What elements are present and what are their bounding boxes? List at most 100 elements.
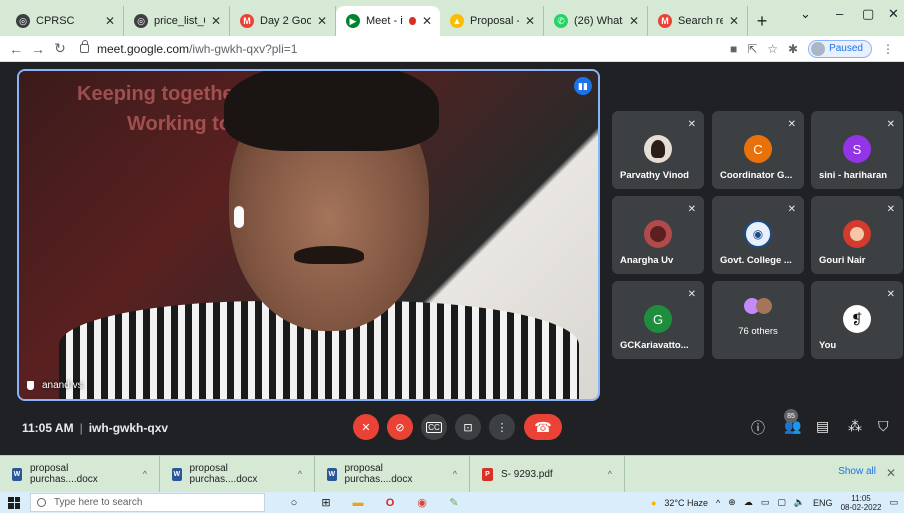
participant-tile[interactable]: ✕ C Coordinator G...	[712, 111, 804, 189]
meeting-details-button[interactable]: ⓘ	[751, 418, 765, 438]
file-explorer-icon[interactable]: ▬	[347, 497, 369, 509]
cortana-icon[interactable]: ○	[283, 497, 305, 509]
tab-3[interactable]: M Day 2 Google M ✕	[230, 6, 336, 36]
show-all-link[interactable]: Show all	[838, 466, 876, 477]
chat-button[interactable]: ▤	[816, 418, 829, 435]
chevron-up-icon[interactable]: ^	[143, 469, 147, 479]
search-icon	[37, 498, 46, 507]
tab-4[interactable]: ▶ Meet - iwh- ✕	[336, 6, 440, 36]
tab-1[interactable]: ◎ CPRSC ✕	[6, 6, 124, 36]
back-arrow-icon[interactable]: ←	[6, 41, 26, 57]
reload-icon[interactable]: ↻	[50, 40, 70, 57]
search-placeholder: Type here to search	[54, 497, 143, 508]
close-window-button[interactable]: ✕	[888, 6, 899, 22]
chevron-up-icon[interactable]: ^	[716, 498, 720, 508]
paint-icon[interactable]: ✎	[443, 496, 465, 509]
tab-search-icon[interactable]: ⌄	[800, 6, 811, 22]
participant-tile[interactable]: ✕ ◉ Govt. College ...	[712, 196, 804, 274]
close-icon[interactable]: ✕	[422, 14, 432, 28]
others-count: 76 others	[738, 326, 778, 337]
camera-in-use-icon[interactable]: ■	[730, 42, 737, 56]
tab-2[interactable]: ◎ price_list_071220 ✕	[124, 6, 230, 36]
share-icon[interactable]: ⇱	[747, 42, 757, 56]
present-screen-icon: ⊡	[463, 421, 473, 434]
others-tile[interactable]: 76 others	[712, 281, 804, 359]
mic-off-icon: ✕	[886, 204, 895, 215]
url-input[interactable]: meet.google.com/iwh-gwkh-qxv?pli=1	[80, 39, 730, 59]
notifications-icon[interactable]: ▭	[889, 497, 898, 508]
group-avatars-icon	[741, 297, 775, 315]
chevron-up-icon[interactable]: ^	[608, 469, 612, 479]
menu-kebab-icon[interactable]: ⋮	[882, 42, 894, 56]
main-video-tile[interactable]: Keeping together Working tog ▮▮ anand vs	[17, 69, 600, 401]
leave-call-button[interactable]: ☎	[524, 414, 562, 440]
new-tab-button[interactable]: +	[748, 6, 776, 36]
participant-tile[interactable]: ✕ G GCKariavatto...	[612, 281, 704, 359]
chevron-up-icon[interactable]: ^	[453, 469, 457, 479]
host-controls-button[interactable]: ⛉	[878, 418, 889, 435]
minimize-button[interactable]: –	[836, 6, 843, 21]
tab-7[interactable]: M Search results - ✕	[648, 6, 748, 36]
bookmark-star-icon[interactable]: ☆	[767, 42, 778, 56]
camera-toggle-button[interactable]: ⊘	[387, 414, 413, 440]
windows-start-icon[interactable]	[8, 496, 20, 509]
download-shelf: W proposal purchas....docx ^ W proposal …	[0, 455, 904, 493]
download-item[interactable]: W proposal purchas....docx ^	[0, 455, 160, 493]
url-host: meet.google.com	[97, 41, 190, 56]
tab-title: Proposal - Goog	[470, 15, 519, 27]
self-tile[interactable]: ✕ ❡ You	[811, 281, 903, 359]
participant-avatar: G	[644, 305, 672, 333]
tab-6[interactable]: ✆ (26) WhatsApp ✕	[544, 6, 648, 36]
monitor-icon[interactable]: ▢	[777, 497, 786, 508]
camera-off-icon: ⊘	[395, 421, 405, 434]
extensions-icon[interactable]: ✱	[788, 42, 798, 56]
mic-off-icon: ✕	[787, 119, 796, 130]
tab-5[interactable]: ▲ Proposal - Goog ✕	[440, 6, 544, 36]
participant-tile[interactable]: ✕ Parvathy Vinod	[612, 111, 704, 189]
participant-photo	[843, 220, 871, 248]
people-count-badge: 85	[784, 409, 798, 423]
taskbar-clock[interactable]: 11:05 08-02-2022	[841, 494, 882, 512]
taskbar-search-input[interactable]: Type here to search	[30, 493, 265, 512]
close-icon[interactable]: ✕	[317, 14, 327, 28]
more-options-button[interactable]: ⋮	[489, 414, 515, 440]
task-view-icon[interactable]: ⊞	[315, 496, 337, 509]
weather-icon: ●	[650, 497, 657, 508]
activities-button[interactable]: ⁂	[848, 418, 862, 435]
volume-icon[interactable]: 🔈	[794, 497, 805, 508]
chrome-icon[interactable]: ◉	[411, 496, 433, 509]
close-shelf-icon[interactable]: ✕	[886, 466, 896, 480]
participant-name: sini - hariharan	[819, 170, 888, 181]
present-now-button[interactable]: ⊡	[455, 414, 481, 440]
profile-button[interactable]: Paused	[808, 39, 872, 58]
avatar	[811, 41, 826, 56]
close-icon[interactable]: ✕	[629, 14, 639, 28]
captions-button[interactable]: CC	[421, 414, 447, 440]
weather-text[interactable]: 32°C Haze	[664, 498, 708, 508]
opera-icon[interactable]: O	[379, 497, 401, 509]
language-indicator[interactable]: ENG	[813, 498, 833, 508]
network-icon[interactable]: ⊕	[728, 497, 736, 508]
download-item[interactable]: W proposal purchas....docx ^	[160, 455, 315, 493]
mic-off-icon: ✕	[687, 289, 696, 300]
cloud-icon[interactable]: ☁	[744, 497, 753, 508]
chevron-up-icon[interactable]: ^	[298, 469, 302, 479]
participant-tile[interactable]: ✕ Gouri Nair	[811, 196, 903, 274]
people-button[interactable]: 85 👥	[784, 409, 801, 435]
battery-icon[interactable]: ▭	[761, 497, 770, 508]
participant-tile[interactable]: ✕ Anargha Uv	[612, 196, 704, 274]
participant-avatar: S	[843, 135, 871, 163]
participant-tile[interactable]: ✕ S sini - hariharan	[811, 111, 903, 189]
url-path: /iwh-gwkh-qxv?pli=1	[189, 41, 298, 56]
forward-arrow-icon[interactable]: →	[28, 41, 48, 57]
download-item[interactable]: W proposal purchas....docx ^	[315, 455, 470, 493]
microphone-toggle-button[interactable]: ✕	[353, 414, 379, 440]
close-icon[interactable]: ✕	[525, 14, 535, 28]
close-icon[interactable]: ✕	[105, 14, 115, 28]
download-item[interactable]: P S- 9293.pdf ^	[470, 455, 625, 493]
maximize-button[interactable]: ▢	[862, 6, 874, 22]
close-icon[interactable]: ✕	[211, 14, 221, 28]
whatsapp-icon: ✆	[554, 14, 568, 28]
close-icon[interactable]: ✕	[729, 14, 739, 28]
pin-icon[interactable]	[27, 381, 34, 390]
